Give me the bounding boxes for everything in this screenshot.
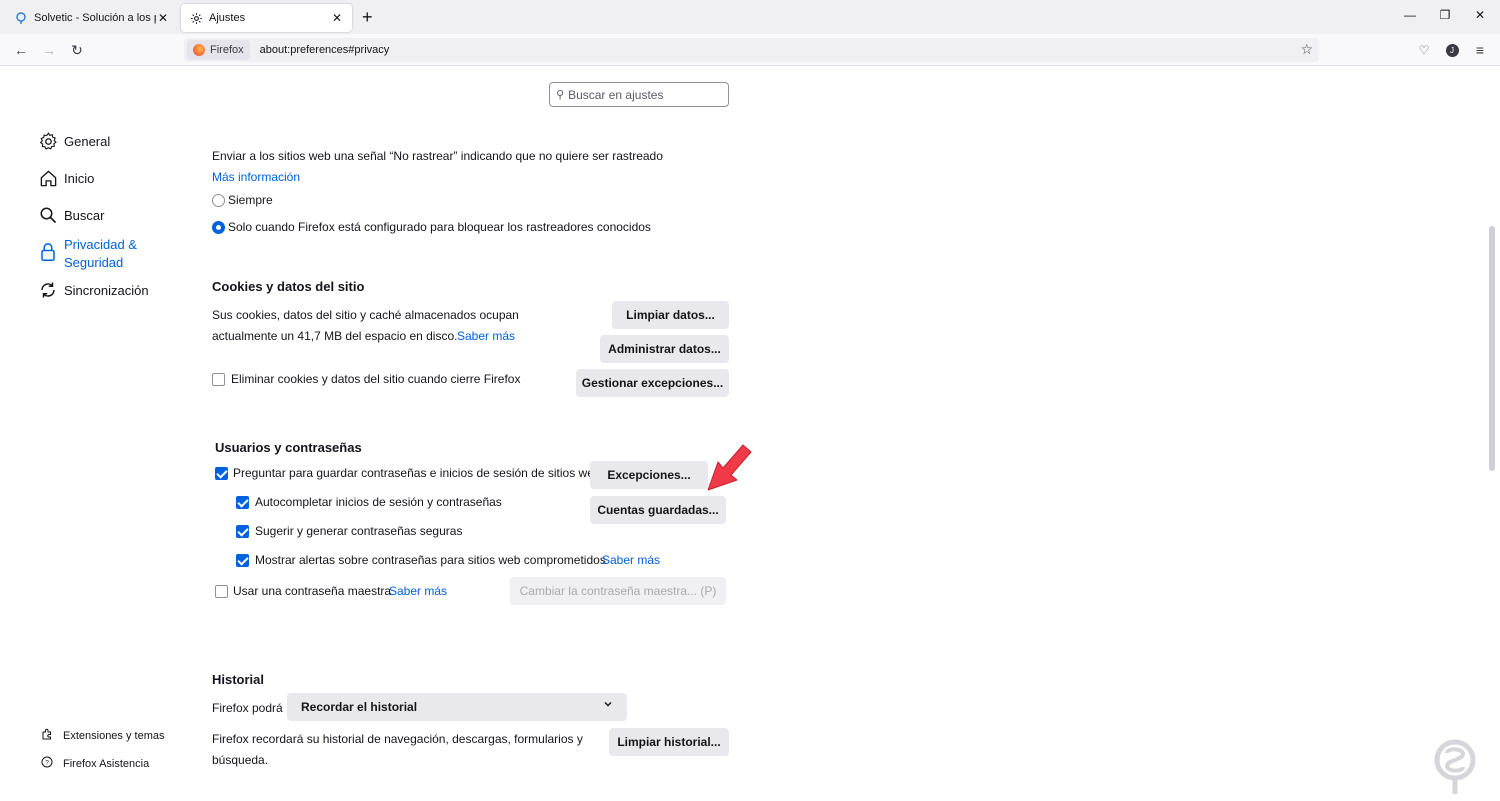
- suggest-label[interactable]: Sugerir y generar contraseñas seguras: [255, 524, 462, 538]
- sidebar-item-label: Inicio: [64, 171, 95, 186]
- cookies-desc-2: actualmente un 41,7 MB del espacio en di…: [212, 329, 458, 343]
- dnt-always-label[interactable]: Siempre: [228, 193, 273, 207]
- sidebar-item-label: Buscar: [64, 208, 105, 223]
- delete-cookies-label[interactable]: Eliminar cookies y datos del sitio cuand…: [231, 372, 520, 386]
- history-mode-value: Recordar el historial: [301, 700, 418, 714]
- sidebar-item-buscar[interactable]: Buscar: [38, 205, 104, 225]
- clear-data-button[interactable]: Limpiar datos...: [612, 301, 729, 329]
- solvetic-icon: [14, 11, 28, 25]
- breach-alerts-learn-more-link[interactable]: Saber más: [602, 553, 660, 567]
- logins-heading: Usuarios y contraseñas: [215, 440, 362, 455]
- dnt-description: Enviar a los sitios web una señal “No ra…: [212, 149, 663, 163]
- url-bar[interactable]: Firefox about:preferences#privacy ☆: [184, 38, 1319, 62]
- svg-text:?: ?: [45, 760, 49, 767]
- cookies-desc-1: Sus cookies, datos del sitio y caché alm…: [212, 308, 519, 322]
- history-desc-2: búsqueda.: [212, 753, 269, 767]
- change-master-password-button[interactable]: Cambiar la contraseña maestra... (P): [510, 577, 726, 605]
- account-avatar[interactable]: J: [1442, 40, 1462, 60]
- dnt-only-label[interactable]: Solo cuando Firefox está configurado par…: [228, 220, 651, 234]
- chevron-down-icon: [603, 699, 613, 712]
- close-icon[interactable]: ✕: [330, 11, 344, 25]
- logins-exceptions-button[interactable]: Excepciones...: [590, 461, 708, 489]
- history-desc-1: Firefox recordará su historial de navega…: [212, 732, 583, 746]
- sidebar-footer-extensions[interactable]: Extensiones y temas: [40, 728, 165, 743]
- close-icon[interactable]: ✕: [156, 11, 170, 25]
- search-icon: ⚲: [556, 89, 565, 101]
- gear-icon: [38, 131, 58, 151]
- master-password-checkbox[interactable]: [215, 585, 228, 598]
- sidebar-item-label: Sincronización: [64, 283, 149, 298]
- sidebar-item-general[interactable]: General: [38, 131, 110, 151]
- help-icon: ?: [40, 756, 54, 771]
- search-settings-input[interactable]: ⚲ Buscar en ajustes: [549, 82, 729, 107]
- gear-icon: [189, 11, 203, 25]
- identity-box[interactable]: Firefox: [187, 40, 250, 60]
- back-icon[interactable]: ←: [11, 40, 31, 60]
- master-password-learn-more-link[interactable]: Saber más: [389, 584, 447, 598]
- dnt-only-radio[interactable]: [212, 221, 225, 234]
- autofill-label[interactable]: Autocompletar inicios de sesión y contra…: [255, 495, 502, 509]
- forward-icon[interactable]: →: [39, 40, 59, 60]
- delete-cookies-checkbox[interactable]: [212, 373, 225, 386]
- pocket-icon[interactable]: ♡: [1414, 40, 1434, 60]
- autofill-checkbox[interactable]: [236, 496, 249, 509]
- sidebar-item-sincronizacion[interactable]: Sincronización: [38, 280, 149, 300]
- url-text[interactable]: about:preferences#privacy: [260, 44, 390, 56]
- lock-icon: [38, 242, 58, 262]
- suggest-checkbox[interactable]: [236, 525, 249, 538]
- reload-icon[interactable]: ↻: [67, 40, 87, 60]
- home-icon: [38, 168, 58, 188]
- cookies-heading: Cookies y datos del sitio: [212, 279, 365, 294]
- firefox-icon: [193, 44, 205, 56]
- tab-title: Solvetic - Solución a los problem: [34, 12, 156, 24]
- sidebar-item-privacidad[interactable]: Privacidad & Seguridad: [38, 236, 137, 272]
- master-password-label[interactable]: Usar una contraseña maestra: [233, 584, 391, 598]
- search-icon: [38, 205, 58, 225]
- puzzle-icon: [40, 728, 54, 743]
- manage-exceptions-button[interactable]: Gestionar excepciones...: [576, 369, 729, 397]
- bookmark-star-icon[interactable]: ☆: [1300, 41, 1313, 58]
- annotation-arrow-icon: [707, 444, 752, 491]
- close-window-icon[interactable]: ✕: [1470, 8, 1490, 22]
- scrollbar[interactable]: [1488, 66, 1496, 801]
- tab-ajustes[interactable]: Ajustes ✕: [181, 4, 352, 32]
- sidebar-item-label: General: [64, 134, 111, 149]
- dnt-always-radio[interactable]: [212, 194, 225, 207]
- history-will-label: Firefox podrá: [212, 701, 283, 715]
- identity-label: Firefox: [210, 44, 244, 56]
- minimize-icon[interactable]: —: [1400, 8, 1420, 22]
- solvetic-watermark-icon: [1434, 739, 1476, 794]
- breach-alerts-checkbox[interactable]: [236, 554, 249, 567]
- tab-strip: Solvetic - Solución a los problem ✕ Ajus…: [0, 0, 1500, 34]
- breach-alerts-label[interactable]: Mostrar alertas sobre contraseñas para s…: [255, 553, 606, 567]
- navigation-toolbar: ← → ↻ Firefox about:preferences#privacy …: [0, 34, 1500, 66]
- footer-label: Extensiones y temas: [63, 729, 165, 742]
- sidebar-item-label: Privacidad &: [64, 237, 137, 252]
- ask-save-label[interactable]: Preguntar para guardar contraseñas e ini…: [233, 466, 601, 480]
- sync-icon: [38, 280, 58, 300]
- restore-icon[interactable]: ❐: [1435, 8, 1455, 22]
- ask-save-checkbox[interactable]: [215, 467, 228, 480]
- manage-data-button[interactable]: Administrar datos...: [600, 335, 729, 363]
- tab-title: Ajustes: [209, 12, 246, 24]
- clear-history-button[interactable]: Limpiar historial...: [609, 728, 729, 756]
- sidebar-footer-help[interactable]: ? Firefox Asistencia: [40, 756, 149, 771]
- menu-icon[interactable]: ≡: [1470, 40, 1490, 60]
- sidebar-item-label-2: Seguridad: [64, 255, 124, 270]
- footer-label: Firefox Asistencia: [63, 757, 150, 770]
- history-mode-select[interactable]: Recordar el historial: [287, 693, 627, 721]
- cookies-learn-more-link[interactable]: Saber más: [457, 329, 515, 343]
- new-tab-icon[interactable]: +: [362, 8, 373, 26]
- sidebar-item-inicio[interactable]: Inicio: [38, 168, 94, 188]
- history-heading: Historial: [212, 672, 265, 687]
- tab-solvetic[interactable]: Solvetic - Solución a los problem ✕: [6, 4, 178, 32]
- dnt-more-info-link[interactable]: Más información: [212, 170, 300, 184]
- saved-logins-button[interactable]: Cuentas guardadas...: [590, 496, 726, 524]
- scrollbar-thumb[interactable]: [1489, 226, 1495, 471]
- search-placeholder: Buscar en ajustes: [568, 87, 664, 102]
